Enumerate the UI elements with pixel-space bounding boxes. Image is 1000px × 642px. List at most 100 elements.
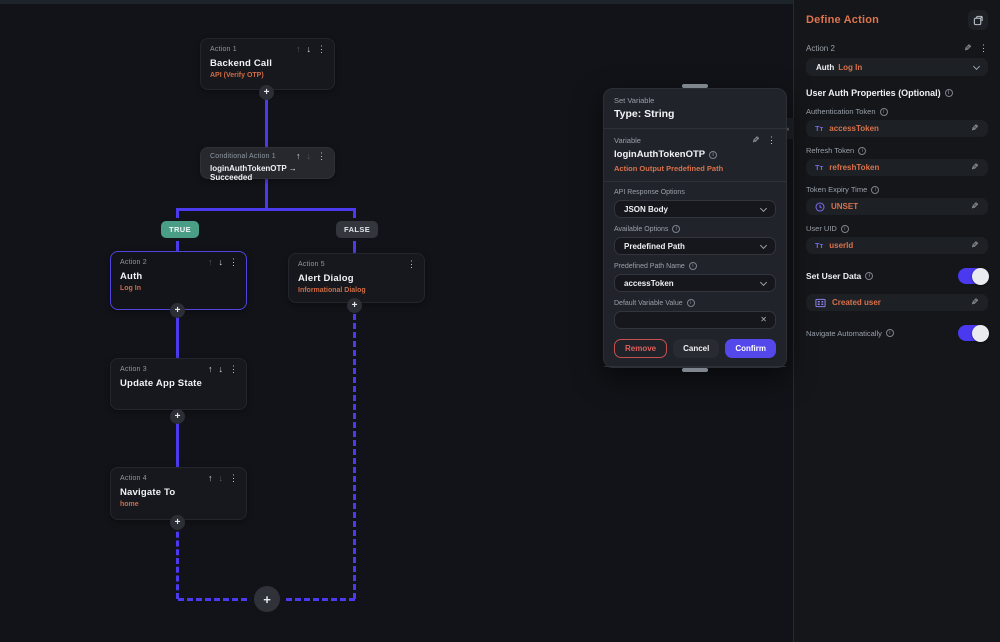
move-up-icon[interactable]: ↑ bbox=[208, 365, 213, 374]
variable-label: Variable bbox=[614, 136, 641, 145]
user-document-icon bbox=[815, 298, 826, 307]
field-label: Refresh Token bbox=[806, 146, 855, 155]
node-title: Update App State bbox=[120, 378, 203, 389]
edit-icon[interactable]: ✎ bbox=[971, 162, 979, 172]
action-type-select[interactable]: Auth Log In bbox=[806, 58, 988, 76]
available-options-select[interactable]: Predefined Path bbox=[614, 237, 776, 255]
action-flow-editor: TRUE FALSE Action 1 ↑ ↓ ⋮ Backend Call A… bbox=[0, 0, 1000, 642]
move-down-icon[interactable]: ↓ bbox=[219, 365, 224, 374]
modal-drag-handle[interactable] bbox=[682, 84, 708, 88]
chevron-down-icon bbox=[759, 241, 768, 250]
edit-icon[interactable]: ✎ bbox=[971, 201, 979, 211]
created-user-field[interactable]: Created user ✎ bbox=[806, 294, 988, 311]
clear-icon[interactable]: ✕ bbox=[760, 315, 767, 324]
add-action-button[interactable]: + bbox=[170, 515, 185, 530]
node-action-4[interactable]: Action 4 ↑ ↓ ⋮ Navigate To home bbox=[110, 467, 247, 520]
node-subtitle: API (Verify OTP) bbox=[210, 72, 264, 79]
field-label: API Response Options bbox=[614, 189, 685, 196]
add-action-button[interactable]: + bbox=[170, 303, 185, 318]
move-down-icon[interactable]: ↓ bbox=[219, 474, 224, 483]
chevron-down-icon bbox=[972, 62, 981, 71]
node-title: Backend Call bbox=[210, 58, 273, 69]
add-action-button[interactable]: + bbox=[347, 298, 362, 313]
node-conditional-action-1[interactable]: Conditional Action 1 ↑ ↓ ⋮ loginAuthToke… bbox=[200, 147, 335, 182]
set-user-data-toggle[interactable] bbox=[958, 267, 989, 285]
move-down-icon[interactable]: ↓ bbox=[307, 152, 312, 161]
add-action-button-terminal[interactable]: + bbox=[254, 586, 280, 612]
panel-title: Define Action bbox=[806, 14, 880, 26]
field-label: Available Options bbox=[614, 225, 669, 233]
field-value: accessToken bbox=[829, 124, 879, 133]
info-icon[interactable]: i bbox=[858, 146, 867, 155]
variable-menu-icon[interactable]: ⋮ bbox=[767, 136, 776, 145]
add-action-button[interactable]: + bbox=[170, 409, 185, 424]
authentication-token-field[interactable]: Tт accessToken ✎ bbox=[806, 120, 988, 137]
navigate-automatically-label: Navigate Automatically bbox=[806, 328, 882, 338]
info-icon[interactable]: i bbox=[672, 225, 681, 233]
action-type-primary: Auth bbox=[816, 62, 835, 72]
edit-icon[interactable]: ✎ bbox=[971, 297, 979, 307]
predefined-path-name-select[interactable]: accessToken bbox=[614, 274, 776, 292]
toggle-knob bbox=[972, 324, 989, 342]
chevron-down-icon bbox=[759, 278, 768, 287]
connector bbox=[265, 179, 268, 211]
node-menu-icon[interactable]: ⋮ bbox=[229, 258, 238, 267]
node-action-3[interactable]: Action 3 ↑ ↓ ⋮ Update App State bbox=[110, 358, 247, 410]
connector-dashed bbox=[353, 305, 356, 599]
info-icon[interactable]: i bbox=[885, 329, 894, 337]
info-icon[interactable]: i bbox=[865, 272, 874, 280]
node-label: Action 2 bbox=[120, 259, 147, 266]
node-menu-icon[interactable]: ⋮ bbox=[317, 45, 326, 54]
true-branch-badge: TRUE bbox=[161, 221, 200, 238]
move-up-icon[interactable]: ↑ bbox=[296, 45, 301, 54]
node-menu-icon[interactable]: ⋮ bbox=[229, 365, 238, 374]
info-icon[interactable]: i bbox=[944, 89, 953, 97]
node-menu-icon[interactable]: ⋮ bbox=[407, 260, 416, 269]
copy-action-button[interactable] bbox=[968, 10, 988, 30]
confirm-button[interactable]: Confirm bbox=[725, 339, 776, 358]
node-action-2[interactable]: Action 2 ↑ ↓ ⋮ Auth Log In bbox=[110, 251, 247, 310]
navigate-automatically-toggle[interactable] bbox=[958, 324, 989, 342]
condition-expression: loginAuthTokenOTP → Succeeded bbox=[210, 164, 297, 182]
move-down-icon[interactable]: ↓ bbox=[219, 258, 224, 267]
field-value: userId bbox=[829, 241, 854, 250]
info-icon[interactable]: i bbox=[840, 224, 849, 233]
modal-eyebrow: Set Variable bbox=[614, 96, 655, 105]
edit-action-icon[interactable]: ✎ bbox=[964, 43, 972, 53]
move-up-icon[interactable]: ↑ bbox=[208, 474, 213, 483]
text-type-icon: Tт bbox=[815, 240, 824, 250]
node-menu-icon[interactable]: ⋮ bbox=[229, 474, 238, 483]
node-action-5[interactable]: Action 5 ⋮ Alert Dialog Informational Di… bbox=[288, 253, 425, 303]
field-label: Authentication Token bbox=[806, 107, 876, 116]
field-label: Predefined Path Name bbox=[614, 262, 685, 270]
info-icon[interactable]: i bbox=[709, 150, 718, 159]
info-icon[interactable]: i bbox=[879, 107, 888, 116]
edit-variable-icon[interactable]: ✎ bbox=[752, 135, 760, 145]
info-icon[interactable]: i bbox=[686, 299, 695, 307]
action-type-secondary: Log In bbox=[838, 62, 863, 72]
api-response-options-select[interactable]: JSON Body bbox=[614, 200, 776, 218]
text-type-icon: Tт bbox=[815, 123, 824, 133]
remove-button[interactable]: Remove bbox=[614, 339, 668, 358]
token-expiry-time-field[interactable]: UNSET ✎ bbox=[806, 198, 988, 215]
node-menu-icon[interactable]: ⋮ bbox=[317, 152, 326, 161]
node-label: Conditional Action 1 bbox=[210, 153, 276, 160]
action-menu-icon[interactable]: ⋮ bbox=[979, 44, 988, 53]
info-icon[interactable]: i bbox=[688, 262, 697, 270]
node-action-1[interactable]: Action 1 ↑ ↓ ⋮ Backend Call API (Verify … bbox=[200, 38, 335, 90]
user-uid-field[interactable]: Tт userId ✎ bbox=[806, 237, 988, 254]
info-icon[interactable]: i bbox=[871, 185, 880, 194]
refresh-token-field[interactable]: Tт refreshToken ✎ bbox=[806, 159, 988, 176]
node-subtitle: home bbox=[120, 501, 139, 508]
move-up-icon[interactable]: ↑ bbox=[296, 152, 301, 161]
chevron-down-icon bbox=[759, 204, 768, 213]
move-up-icon[interactable]: ↑ bbox=[208, 258, 213, 267]
add-action-button[interactable]: + bbox=[259, 85, 274, 100]
edit-icon[interactable]: ✎ bbox=[971, 240, 979, 250]
node-label: Action 4 bbox=[120, 475, 147, 482]
move-down-icon[interactable]: ↓ bbox=[307, 45, 312, 54]
cancel-button[interactable]: Cancel bbox=[673, 339, 720, 358]
default-variable-value-input[interactable]: ✕ bbox=[614, 311, 776, 329]
modal-drag-handle[interactable] bbox=[682, 368, 708, 372]
edit-icon[interactable]: ✎ bbox=[971, 123, 979, 133]
